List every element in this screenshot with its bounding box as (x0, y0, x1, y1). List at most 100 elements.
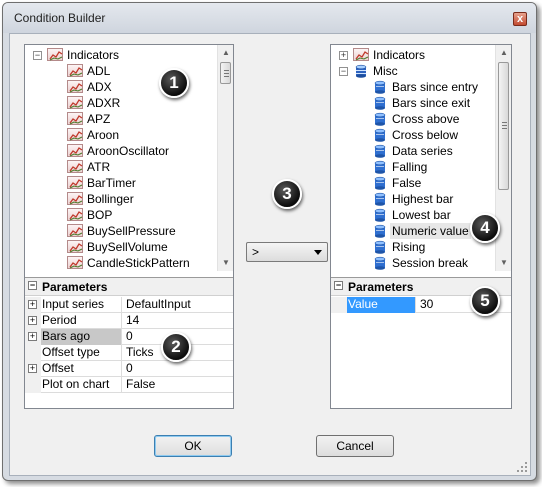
indicator-item[interactable]: BOP (25, 207, 217, 223)
parameter-value[interactable]: 14 (121, 313, 233, 329)
indicator-item[interactable]: APZ (25, 111, 217, 127)
misc-database-icon (354, 64, 368, 78)
indicator-chart-icon (67, 96, 83, 109)
misc-item[interactable]: Highest bar (331, 191, 495, 207)
indicator-label: APZ (87, 112, 111, 126)
scrollbar-thumb[interactable] (498, 62, 509, 190)
misc-item-label: Falling (392, 160, 428, 174)
database-cylinder-icon (373, 80, 387, 94)
dialog-client-area: − Indicators ADL ADX ADXR APZ Aroon AroonOscill… (9, 33, 531, 476)
operator-dropdown[interactable]: > (246, 242, 328, 262)
misc-item[interactable]: Cross above (331, 111, 495, 127)
misc-item[interactable]: Data series (331, 143, 495, 159)
indicator-label: CandleStickPattern (87, 256, 190, 270)
right-tree-scrollbar[interactable]: ▲ ▼ (495, 45, 511, 271)
indicator-item[interactable]: AroonOscillator (25, 143, 217, 159)
parameter-value[interactable]: 0 (121, 361, 233, 377)
misc-item[interactable]: Bars since exit (331, 95, 495, 111)
expand-icon[interactable]: + (339, 51, 348, 60)
database-cylinder-icon (373, 224, 387, 238)
collapse-icon[interactable]: − (339, 67, 348, 76)
title-bar[interactable]: Condition Builder x (3, 3, 536, 33)
expand-icon[interactable]: + (28, 316, 37, 325)
callout-badge-2: 2 (161, 332, 191, 362)
parameter-row[interactable]: Plot on chart False (25, 377, 233, 393)
database-cylinder-icon (373, 128, 387, 142)
indicator-chart-icon (67, 160, 83, 173)
indicator-chart-icon (67, 208, 83, 221)
database-cylinder-icon (373, 144, 387, 158)
misc-item[interactable]: Falling (331, 159, 495, 175)
scroll-up-arrow-icon[interactable]: ▲ (496, 45, 512, 61)
indicator-item[interactable]: ATR (25, 159, 217, 175)
indicator-item[interactable]: Aroon (25, 127, 217, 143)
tree-node-indicators[interactable]: − Indicators (25, 47, 217, 63)
expand-icon[interactable]: + (28, 364, 37, 373)
misc-item-label: Session break (392, 256, 469, 270)
resize-grip-icon[interactable] (516, 461, 528, 473)
indicator-item[interactable]: BarTimer (25, 175, 217, 191)
parameters-header[interactable]: − Parameters (25, 278, 233, 296)
indicator-chart-icon (353, 48, 369, 61)
indicator-label: BuySellPressure (87, 224, 176, 238)
parameter-value[interactable]: DefaultInput (121, 297, 233, 313)
indicator-chart-icon (67, 144, 83, 157)
indicator-chart-icon (67, 240, 83, 253)
misc-item[interactable]: False (331, 175, 495, 191)
indicator-label: ATR (87, 160, 111, 174)
collapse-icon[interactable]: − (334, 281, 343, 290)
ok-button[interactable]: OK (154, 435, 232, 457)
scroll-up-arrow-icon[interactable]: ▲ (218, 45, 234, 61)
indicator-item[interactable]: ADL (25, 63, 217, 79)
expand-icon[interactable]: + (28, 332, 37, 341)
parameter-row[interactable]: Offset type Ticks (25, 345, 233, 361)
tree-node-label: Indicators (67, 48, 120, 62)
indicator-item[interactable]: CandleStickPattern (25, 255, 217, 271)
indicator-chart-icon (67, 224, 83, 237)
misc-item[interactable]: Rising (331, 239, 495, 255)
parameter-value[interactable]: False (121, 377, 233, 393)
tree-node-misc[interactable]: − Misc (331, 63, 495, 79)
indicator-item[interactable]: Bollinger (25, 191, 217, 207)
cancel-button[interactable]: Cancel (316, 435, 394, 457)
indicator-chart-icon (67, 256, 83, 269)
tree-node-indicators[interactable]: + Indicators (331, 47, 495, 63)
indicator-item[interactable]: BuySellVolume (25, 239, 217, 255)
misc-item[interactable]: Bars since entry (331, 79, 495, 95)
close-button[interactable]: x (513, 12, 527, 26)
indicator-chart-icon (67, 192, 83, 205)
indicator-label: AroonOscillator (87, 144, 170, 158)
scrollbar-thumb[interactable] (220, 62, 231, 84)
scroll-down-arrow-icon[interactable]: ▼ (496, 255, 512, 271)
database-cylinder-icon (373, 240, 387, 254)
left-tree-scrollbar[interactable]: ▲ ▼ (217, 45, 233, 271)
callout-badge-1: 1 (159, 68, 189, 98)
indicator-chart-icon (67, 128, 83, 141)
right-condition-tree[interactable]: + Indicators − Misc Bars since entry Bars sin… (331, 45, 495, 271)
misc-item-label: Cross above (392, 112, 460, 126)
parameter-row[interactable]: + Bars ago 0 (25, 329, 233, 345)
indicator-item[interactable]: ADXR (25, 95, 217, 111)
scroll-down-arrow-icon[interactable]: ▼ (218, 255, 234, 271)
indicator-label: BarTimer (87, 176, 136, 190)
parameter-row[interactable]: + Offset 0 (25, 361, 233, 377)
collapse-icon[interactable]: − (33, 51, 42, 60)
parameter-name: Period (42, 313, 77, 327)
row-gutter (331, 297, 347, 313)
parameters-title: Parameters (348, 280, 414, 294)
indicator-item[interactable]: BuySellPressure (25, 223, 217, 239)
misc-item[interactable]: Session break (331, 255, 495, 271)
row-gutter (25, 345, 41, 361)
misc-item[interactable]: Lowest bar (331, 207, 495, 223)
condition-builder-window: Condition Builder x − Indicators ADL ADX ADX… (2, 2, 537, 481)
misc-item[interactable]: Cross below (331, 127, 495, 143)
parameter-name: Offset (42, 361, 74, 375)
misc-item-label: Highest bar (392, 192, 454, 206)
database-cylinder-icon (373, 192, 387, 206)
parameter-row[interactable]: + Input series DefaultInput (25, 297, 233, 313)
parameter-name: Bars ago (41, 329, 121, 345)
expand-icon[interactable]: + (28, 300, 37, 309)
chevron-down-icon (314, 250, 322, 255)
parameter-row[interactable]: + Period 14 (25, 313, 233, 329)
collapse-icon[interactable]: − (28, 281, 37, 290)
